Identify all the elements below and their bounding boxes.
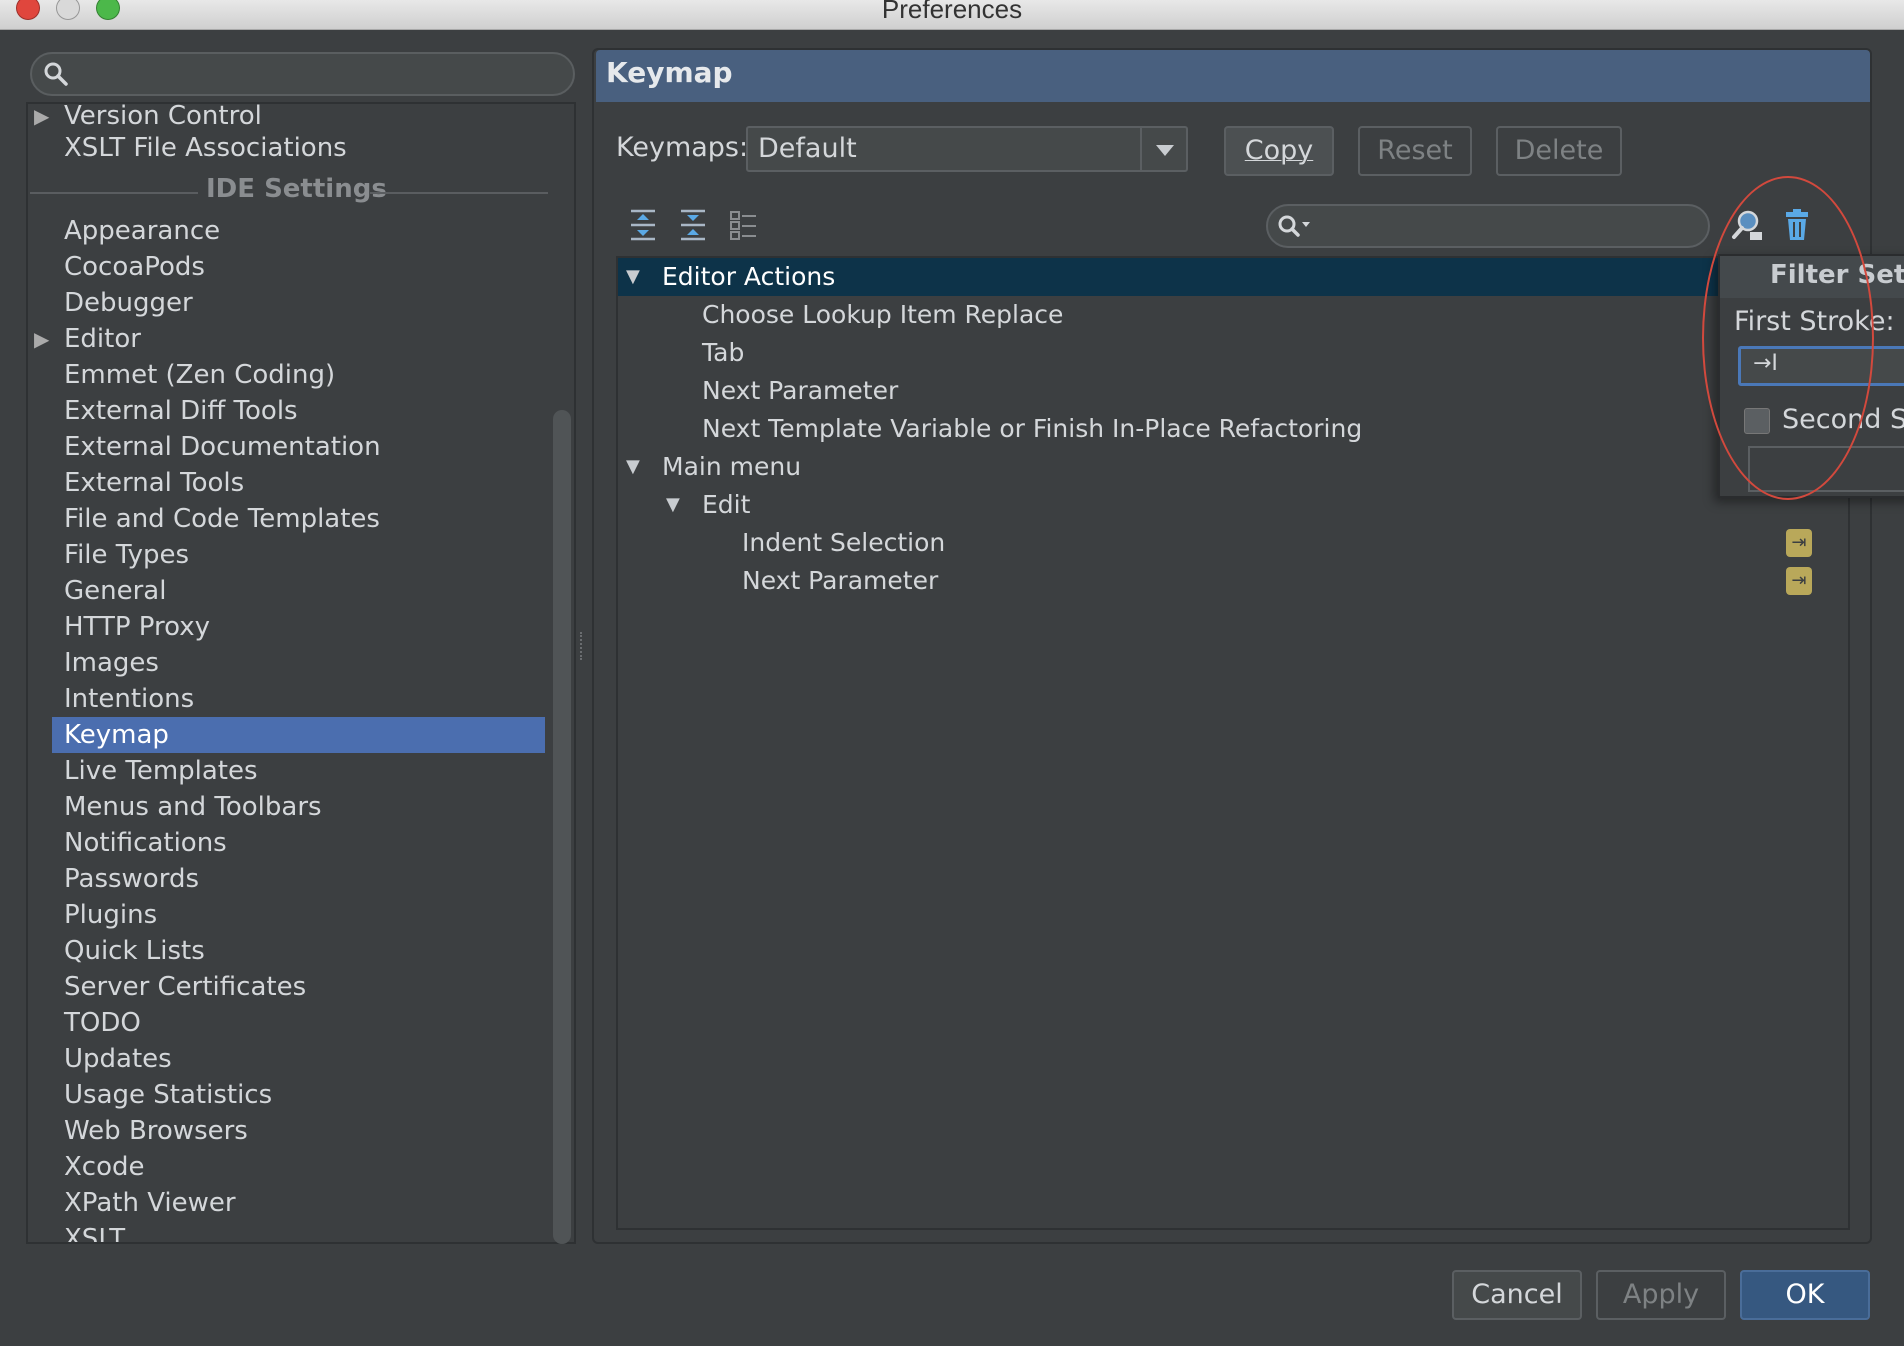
tree-item-external-documentation[interactable]: External Documentation xyxy=(64,429,381,465)
tree-item-general[interactable]: General xyxy=(64,573,166,609)
tree-item-external-diff-tools[interactable]: External Diff Tools xyxy=(64,393,298,429)
tree-row-tab[interactable]: Tab xyxy=(618,334,1848,372)
tree-row-next-parameter-edit[interactable]: Next Parameter ⇥ xyxy=(618,562,1848,600)
tree-item-notifications[interactable]: Notifications xyxy=(64,825,227,861)
tree-item-debugger[interactable]: Debugger xyxy=(64,285,193,321)
divider-line xyxy=(370,192,548,194)
title-bar: Preferences xyxy=(0,0,1904,30)
settings-tree: ▶ Version Control XSLT File Associations… xyxy=(26,102,576,1244)
apply-button[interactable]: Apply xyxy=(1596,1270,1726,1320)
section-label: IDE Settings xyxy=(206,174,387,204)
tree-item-xpath-viewer[interactable]: XPath Viewer xyxy=(64,1185,236,1221)
tree-item-keymap[interactable]: Keymap xyxy=(52,717,545,753)
tree-item-intentions[interactable]: Intentions xyxy=(64,681,194,717)
ok-button[interactable]: OK xyxy=(1740,1270,1870,1320)
tab-shortcut-icon: ⇥ xyxy=(1786,567,1812,595)
window-title: Preferences xyxy=(881,0,1023,24)
tree-item-menus-and-toolbars[interactable]: Menus and Toolbars xyxy=(64,789,322,825)
tree-item-xslt-file-associations[interactable]: XSLT File Associations xyxy=(64,130,347,166)
collapse-arrow-icon[interactable]: ▼ xyxy=(626,258,640,296)
tree-item-usage-statistics[interactable]: Usage Statistics xyxy=(64,1077,272,1113)
collapse-all-icon[interactable] xyxy=(678,208,708,242)
tree-item-server-certificates[interactable]: Server Certificates xyxy=(64,969,306,1005)
tree-item-file-types[interactable]: File Types xyxy=(64,537,189,573)
collapse-arrow-icon[interactable]: ▼ xyxy=(626,448,640,486)
show-conflicts-icon[interactable] xyxy=(728,208,758,242)
expand-arrow-icon[interactable]: ▶ xyxy=(34,321,49,357)
tree-row-choose-lookup[interactable]: Choose Lookup Item Replace xyxy=(618,296,1848,334)
keymap-select-value: Default xyxy=(758,133,857,164)
tree-item-images[interactable]: Images xyxy=(64,645,159,681)
tree-item-todo[interactable]: TODO xyxy=(64,1005,141,1041)
tree-item-http-proxy[interactable]: HTTP Proxy xyxy=(64,609,210,645)
highlight-ellipse xyxy=(1702,176,1874,500)
tree-item-external-tools[interactable]: External Tools xyxy=(64,465,244,501)
panel-title: Keymap xyxy=(606,56,733,89)
keymaps-label: Keymaps: xyxy=(616,132,749,163)
expand-arrow-icon[interactable]: ▶ xyxy=(34,104,49,134)
tab-shortcut-icon: ⇥ xyxy=(1786,529,1812,557)
tree-row-next-template-variable[interactable]: Next Template Variable or Finish In-Plac… xyxy=(618,410,1848,448)
panel-header: Keymap xyxy=(596,50,1870,102)
tree-item-editor[interactable]: ▶ Editor xyxy=(34,321,141,357)
keymap-select[interactable]: Default xyxy=(746,126,1188,172)
tree-item-file-and-code-templates[interactable]: File and Code Templates xyxy=(64,501,380,537)
search-icon xyxy=(1278,215,1310,237)
tree-row-main-menu[interactable]: ▼ Main menu xyxy=(618,448,1848,486)
delete-button[interactable]: Delete xyxy=(1496,126,1622,176)
sidebar-scrollbar[interactable] xyxy=(553,410,571,1244)
tree-row-next-parameter[interactable]: Next Parameter xyxy=(618,372,1848,410)
tree-item-plugins[interactable]: Plugins xyxy=(64,897,157,933)
tree-item-updates[interactable]: Updates xyxy=(64,1041,172,1077)
divider-line xyxy=(30,192,198,194)
tree-item-emmet[interactable]: Emmet (Zen Coding) xyxy=(64,357,335,393)
tree-item-web-browsers[interactable]: Web Browsers xyxy=(64,1113,248,1149)
actions-tree: ▼ Editor Actions Choose Lookup Item Repl… xyxy=(616,256,1850,1230)
copy-button[interactable]: Copy xyxy=(1224,126,1334,176)
tree-item-xcode[interactable]: Xcode xyxy=(64,1149,145,1185)
tree-row-edit[interactable]: ▼ Edit xyxy=(618,486,1848,524)
tree-row-indent-selection[interactable]: Indent Selection ⇥ xyxy=(618,524,1848,562)
panel-splitter-handle[interactable] xyxy=(580,632,586,660)
collapse-arrow-icon[interactable]: ▼ xyxy=(666,486,680,524)
tree-row-editor-actions[interactable]: ▼ Editor Actions xyxy=(618,258,1848,296)
search-icon xyxy=(44,62,68,86)
expand-all-icon[interactable] xyxy=(628,208,658,242)
select-separator xyxy=(1140,128,1142,170)
chevron-down-icon[interactable] xyxy=(1156,145,1174,156)
settings-search-input[interactable] xyxy=(30,52,575,96)
tree-item-cocoapods[interactable]: CocoaPods xyxy=(64,249,205,285)
tree-item-passwords[interactable]: Passwords xyxy=(64,861,199,897)
tree-item-xslt[interactable]: XSLT xyxy=(64,1221,125,1242)
tree-item-live-templates[interactable]: Live Templates xyxy=(64,753,258,789)
reset-button[interactable]: Reset xyxy=(1358,126,1472,176)
cancel-button[interactable]: Cancel xyxy=(1452,1270,1582,1320)
action-filter-input[interactable] xyxy=(1266,204,1710,248)
section-divider: IDE Settings xyxy=(30,174,548,210)
tree-item-quick-lists[interactable]: Quick Lists xyxy=(64,933,205,969)
tree-item-appearance[interactable]: Appearance xyxy=(64,213,220,249)
